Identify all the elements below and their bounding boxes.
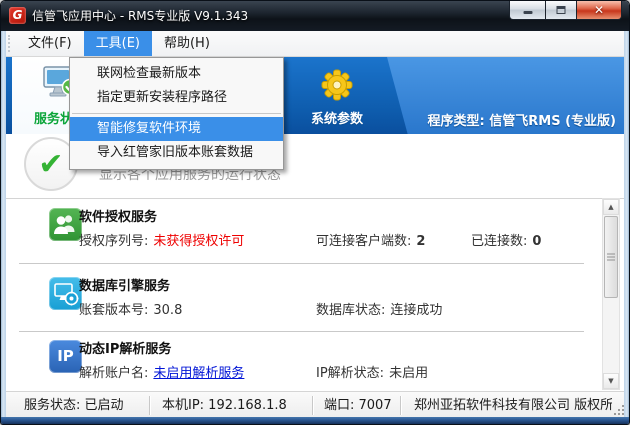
field-license-serial: 授权序列号:未获得授权许可 [79,230,244,249]
statusbar-separator [149,396,151,415]
service-row-ip: IP 动态IP解析服务 解析账户名:未启用解析服务 IP解析状态:未启用 [19,336,584,396]
license-serial-value: 未获得授权许可 [153,234,244,249]
account-version-value: 30.8 [153,303,182,318]
max-clients-value: 2 [416,234,425,249]
program-type-text: 程序类型: 信管飞RMS (专业版) [428,110,616,129]
service-title: 动态IP解析服务 [79,338,171,357]
service-row-license: 软件授权服务 授权序列号:未获得授权许可 可连接客户端数:2 已连接数:0 [19,204,584,264]
scrollbar-grip-icon [607,254,615,261]
field-db-status: 数据库状态:连接成功 [316,299,442,318]
field-ip-status: IP解析状态:未启用 [316,362,428,381]
database-monitor-icon [49,277,82,310]
users-icon [49,208,82,241]
maximize-button[interactable] [546,1,576,20]
status-local-ip: 本机IP: 192.168.1.8 [162,392,307,420]
field-resolve-account: 解析账户名:未启用解析服务 [79,362,244,381]
status-service-state: 服务状态: 已启动 [24,392,144,420]
window-frame-bottom [1,417,629,424]
menu-item-import-legacy-data[interactable]: 导入红管家旧版本账套数据 [70,141,283,165]
arrow-down-icon: ▼ [608,377,613,385]
window-title: 信管飞应用中心 - RMS专业版 V9.1.343 [32,1,248,31]
enable-resolve-link[interactable]: 未启用解析服务 [153,366,244,381]
arrow-up-icon: ▲ [608,203,613,211]
menu-item-set-update-path[interactable]: 指定更新安装程序路径 [70,86,283,110]
db-status-value: 连接成功 [390,303,442,318]
menu-bar: 文件(F) 工具(E) 帮助(H) [2,31,628,57]
menu-file[interactable]: 文件(F) [16,31,84,56]
window-frame-right [624,31,629,417]
close-button[interactable]: ✕ [576,1,622,20]
maximize-icon [557,6,566,14]
menu-item-smart-repair[interactable]: 智能修复软件环境 [70,117,283,141]
service-row-database: 数据库引擎服务 账套版本号:30.8 数据库状态:连接成功 [19,273,584,333]
menu-item-check-update[interactable]: 联网检查最新版本 [70,62,283,86]
menubar-gripper [8,35,12,52]
gear-icon [321,69,353,105]
menu-separator [72,113,281,114]
statusbar-separator [400,396,402,415]
menu-help[interactable]: 帮助(H) [152,31,222,56]
title-bar[interactable]: G 信管飞应用中心 - RMS专业版 V9.1.343 ✕ [1,1,629,31]
scrollbar-thumb[interactable] [604,216,618,298]
field-max-clients: 可连接客户端数:2 [316,230,425,249]
vertical-scrollbar[interactable]: ▲ ▼ [602,198,620,390]
tools-dropdown-menu: 联网检查最新版本 指定更新安装程序路径 智能修复软件环境 导入红管家旧版本账套数… [69,57,284,170]
close-icon: ✕ [577,1,621,19]
app-logo-icon: G [9,7,26,24]
tab-system-params-label: 系统参数 [295,108,379,127]
connected-count-value: 0 [532,234,541,249]
app-window: G 信管飞应用中心 - RMS专业版 V9.1.343 ✕ 文件(F) 工具(E… [0,0,630,425]
scroll-up-button[interactable]: ▲ [603,199,619,215]
row-divider [19,263,584,264]
minimize-button[interactable] [509,1,546,20]
tab-system-params[interactable]: 系统参数 [295,57,379,134]
status-copyright: 郑州亚拓软件科技有限公司 版权所有 [414,392,612,420]
service-title: 数据库引擎服务 [79,275,170,294]
field-connected-count: 已连接数:0 [471,230,541,249]
statusbar-separator [312,396,314,415]
menu-tools[interactable]: 工具(E) [84,31,152,56]
ip-status-value: 未启用 [389,366,428,381]
scroll-down-button[interactable]: ▼ [603,373,619,389]
window-frame-left [1,31,6,417]
window-controls: ✕ [509,1,622,20]
status-port: 端口: 7007 [324,392,396,420]
ip-icon: IP [49,340,82,373]
service-title: 软件授权服务 [79,206,157,225]
row-divider [19,331,584,332]
field-account-version: 账套版本号:30.8 [79,299,182,318]
status-bar: 服务状态: 已启动 本机IP: 192.168.1.8 端口: 7007 郑州亚… [2,391,628,419]
minimize-icon [523,11,532,14]
